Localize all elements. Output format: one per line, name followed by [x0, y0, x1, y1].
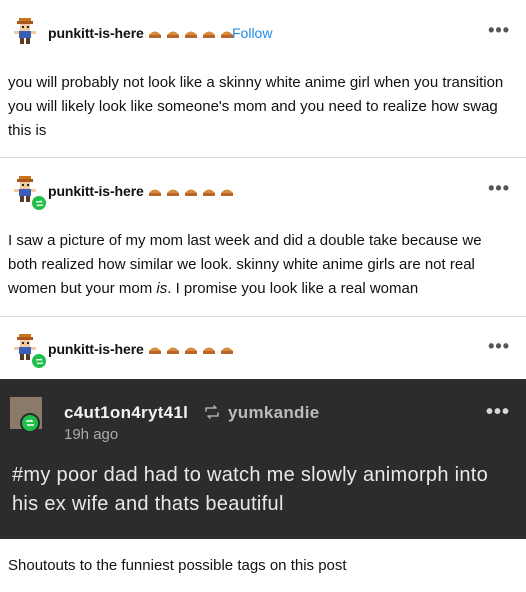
timestamp: 19h ago [64, 426, 119, 443]
pie-emoji-icon [166, 342, 180, 354]
pie-emoji-icon [184, 342, 198, 354]
post-divider [0, 157, 526, 158]
post-caption: Shoutouts to the funniest possible tags … [8, 557, 347, 574]
username[interactable]: punkitt-is-here [48, 183, 144, 199]
pie-emoji-icon [220, 184, 234, 196]
avatar[interactable] [10, 16, 40, 46]
post-body-1: you will probably not look like a skinny… [8, 74, 504, 139]
reblog-badge-icon [30, 352, 48, 370]
pie-emoji-icon [184, 26, 198, 38]
more-options-icon: ••• [485, 401, 510, 423]
post-header-2: punkitt-is-here ••• [0, 170, 526, 212]
post-body-2-emphasis: is [156, 280, 168, 297]
pie-emoji-icon [148, 342, 162, 354]
follow-button[interactable]: Follow [232, 25, 272, 41]
more-options-icon[interactable]: ••• [488, 178, 510, 199]
reblog-icon [205, 405, 219, 419]
more-options-icon[interactable]: ••• [488, 20, 510, 41]
pie-emoji-row [148, 183, 238, 198]
pie-emoji-icon [220, 342, 234, 354]
post-divider [0, 316, 526, 317]
pie-emoji-row [148, 341, 238, 356]
pie-emoji-icon [202, 26, 216, 38]
pie-emoji-icon [148, 184, 162, 196]
pie-emoji-icon [148, 26, 162, 38]
pie-emoji-icon [184, 184, 198, 196]
pie-emoji-row [148, 25, 238, 40]
reblogged-from-username: yumkandie [228, 403, 320, 422]
more-options-icon[interactable]: ••• [488, 336, 510, 357]
post-tags: #my poor dad had to watch me slowly anim… [12, 464, 489, 515]
pixel-character-icon [14, 18, 36, 44]
pie-emoji-icon [202, 184, 216, 196]
pie-emoji-icon [166, 26, 180, 38]
avatar[interactable] [10, 332, 48, 370]
pie-emoji-icon [202, 342, 216, 354]
tag-screenshot: c4ut1on4ryt41l yumkandie 19h ago ••• #my… [0, 379, 526, 539]
pie-emoji-icon [166, 184, 180, 196]
post-header-1: punkitt-is-here Follow ••• [0, 12, 526, 52]
post-header-3: punkitt-is-here ••• [0, 328, 526, 370]
post-body-2: I saw a picture of my mom last week and … [8, 229, 513, 301]
username[interactable]: punkitt-is-here [48, 341, 144, 357]
post-body-2-after: . I promise you look like a real woman [167, 280, 419, 297]
reblog-badge-icon [20, 413, 40, 433]
reblog-badge-icon [30, 194, 48, 212]
username[interactable]: punkitt-is-here [48, 25, 144, 41]
username: c4ut1on4ryt41l [64, 403, 189, 422]
avatar[interactable] [10, 174, 48, 212]
